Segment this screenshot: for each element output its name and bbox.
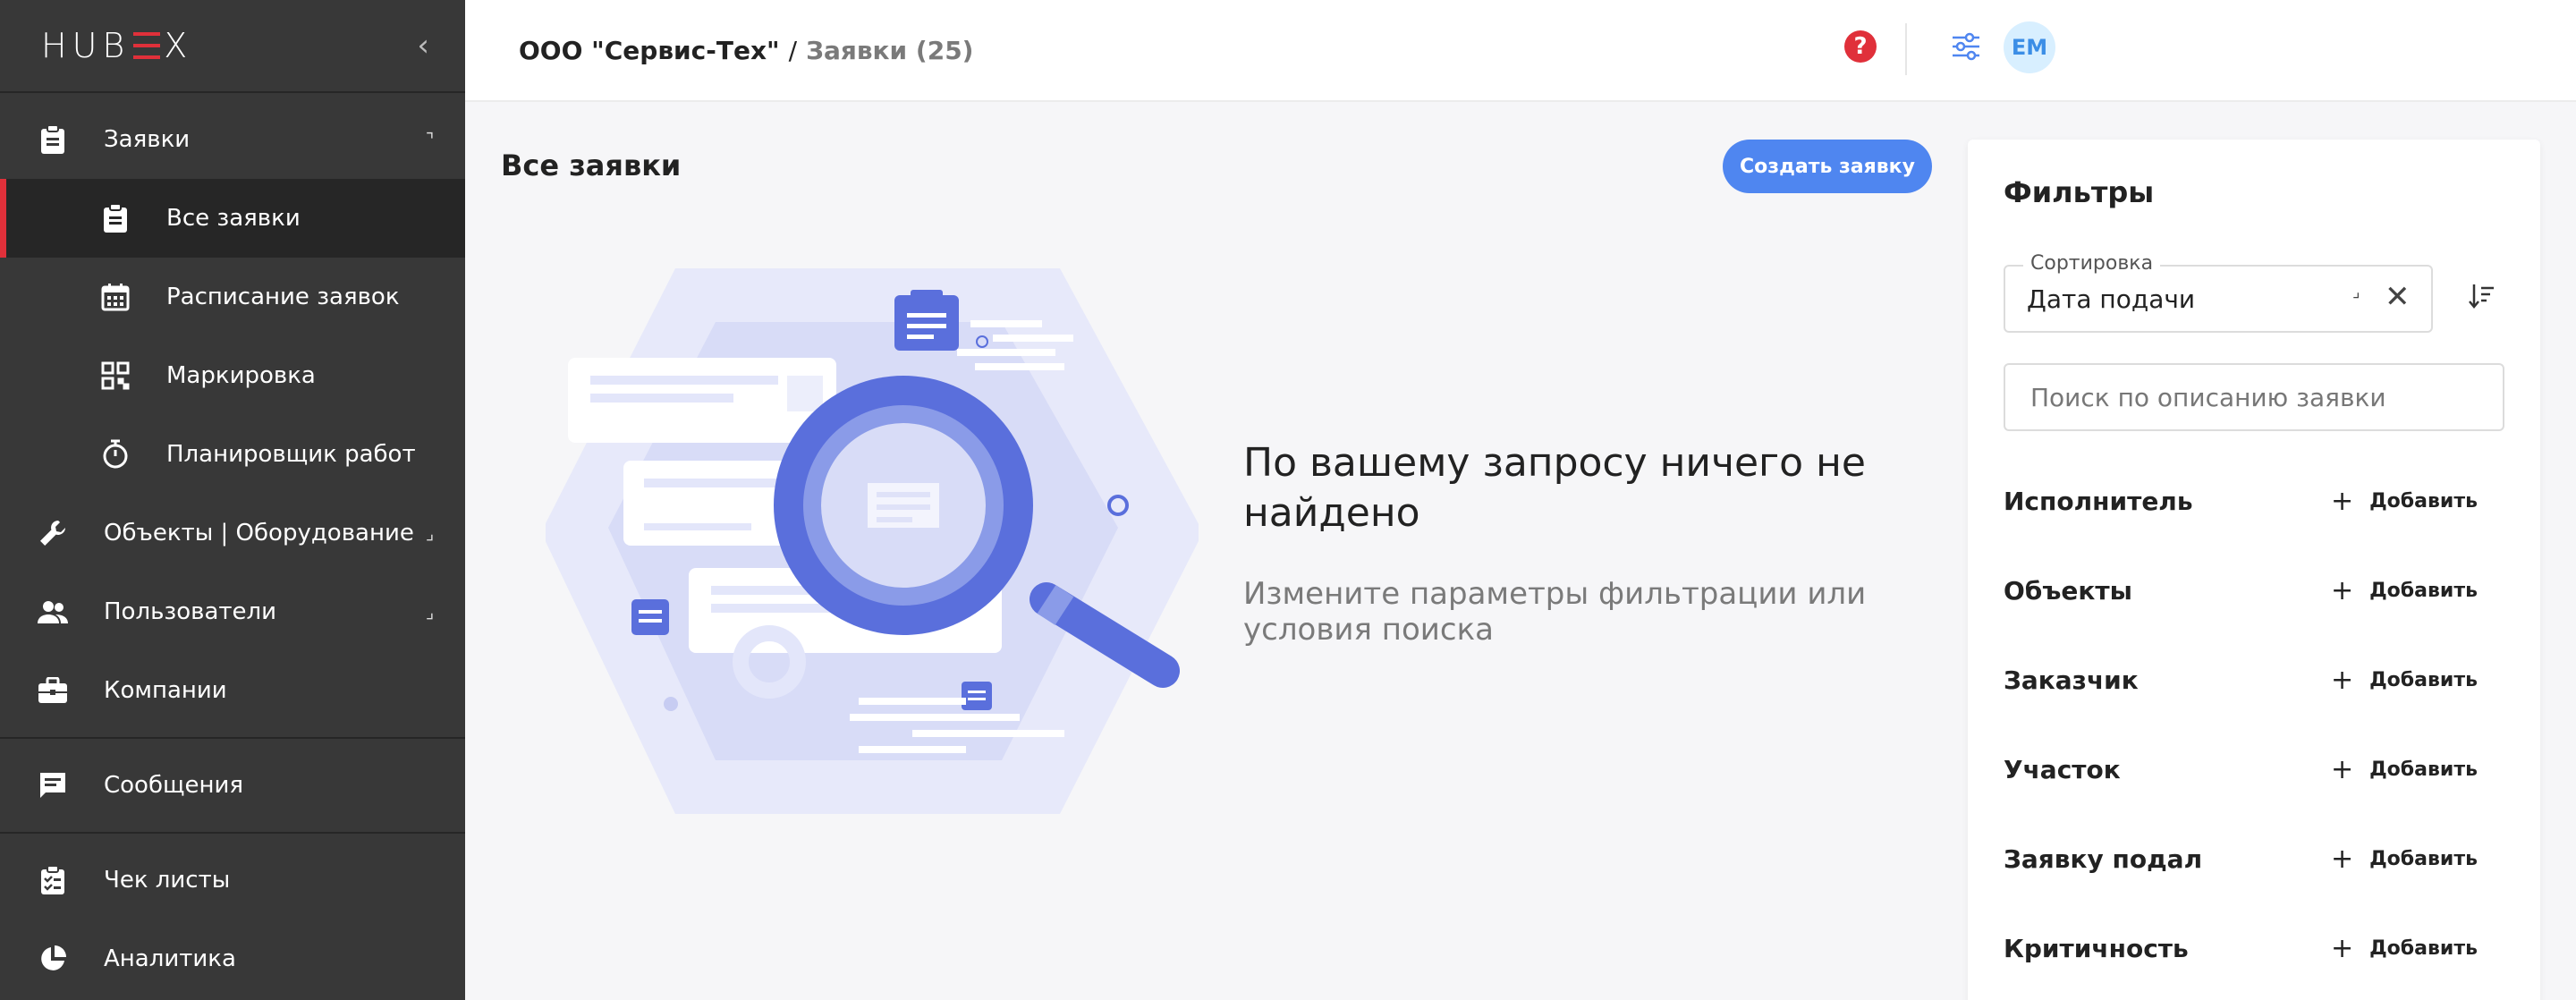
top-header: ООО "Сервис-Тех" / Заявки (25): [465, 0, 2576, 102]
hubex-logo[interactable]: HUB X: [41, 26, 192, 65]
qr-code-icon: [100, 360, 131, 391]
plus-icon: +: [2330, 664, 2354, 696]
sidebar-item-objects[interactable]: Объекты | Оборудование ⌟: [0, 494, 465, 572]
logo-text-right: X: [164, 26, 193, 65]
sidebar-item-label: Расписание заявок: [166, 284, 400, 310]
create-request-button[interactable]: Создать заявку: [1723, 140, 1932, 193]
checklist-icon: [38, 865, 68, 895]
add-filter-button[interactable]: + Добавить: [2331, 665, 2504, 696]
page-title: Все заявки: [501, 148, 682, 182]
sidebar-item-messages[interactable]: Сообщения: [0, 746, 465, 825]
filter-row-customer: Заказчик + Добавить: [2004, 653, 2504, 707]
sort-label: Сортировка: [2023, 252, 2161, 275]
filter-label: Участок: [2004, 754, 2121, 784]
sidebar-item-requests[interactable]: Заявки ⌝: [0, 100, 465, 179]
sidebar-item-checklists[interactable]: Чек листы: [0, 841, 465, 919]
sidebar-item-users[interactable]: Пользователи ⌟: [0, 572, 465, 651]
empty-state-title: По вашему запросу ничего не найдено: [1243, 440, 1866, 536]
add-filter-button[interactable]: + Добавить: [2331, 754, 2504, 785]
breadcrumb-company[interactable]: ООО "Сервис-Тех": [519, 36, 780, 65]
filter-label: Заказчик: [2004, 665, 2139, 695]
sidebar-item-work-planner[interactable]: Планировщик работ: [0, 415, 465, 494]
sidebar-item-label: Сообщения: [104, 772, 244, 799]
sidebar-item-label: Все заявки: [166, 205, 301, 232]
add-filter-label: Добавить: [2369, 936, 2478, 960]
breadcrumb-section: Заявки (25): [806, 35, 974, 65]
filter-row-criticality: Критичность + Добавить: [2004, 921, 2504, 975]
add-filter-button[interactable]: + Добавить: [2331, 575, 2504, 606]
sort-value: Дата подачи: [2027, 284, 2196, 314]
filter-row-site: Участок + Добавить: [2004, 742, 2504, 796]
wrench-icon: [38, 518, 68, 548]
clipboard-icon: [100, 203, 131, 233]
filter-label: Исполнитель: [2004, 486, 2193, 516]
dropdown-caret-icon[interactable]: ⌟: [2352, 283, 2360, 301]
sort-order-icon[interactable]: [2467, 281, 2497, 311]
sidebar-item-label: Планировщик работ: [166, 441, 416, 468]
expand-arrow-icon: ⌟: [426, 601, 435, 623]
filter-row-submitted-by: Заявку подал + Добавить: [2004, 832, 2504, 886]
filter-label: Критичность: [2004, 933, 2189, 963]
settings-sliders-icon[interactable]: [1950, 30, 1982, 63]
user-avatar[interactable]: EM: [2004, 21, 2055, 73]
sidebar-item-companies[interactable]: Компании: [0, 651, 465, 730]
filter-row-objects: Объекты + Добавить: [2004, 564, 2504, 617]
plus-icon: +: [2330, 574, 2354, 606]
users-icon: [38, 597, 68, 627]
add-filter-label: Добавить: [2369, 758, 2478, 781]
logo-e-mark: [133, 32, 161, 59]
add-filter-button[interactable]: + Добавить: [2331, 933, 2504, 964]
filters-panel: Фильтры Сортировка Дата подачи ⌟ ✕ Испол…: [1968, 140, 2540, 1000]
empty-state-subtitle: Измените параметры фильтрации или услови…: [1243, 576, 1867, 648]
briefcase-icon: [38, 675, 68, 706]
calendar-icon: [100, 282, 131, 312]
plus-icon: +: [2330, 843, 2354, 875]
breadcrumb-separator: /: [788, 35, 798, 65]
add-filter-button[interactable]: + Добавить: [2331, 486, 2504, 517]
sidebar: HUB X ‹ Заявки ⌝ Все заявки Расписание з…: [0, 0, 465, 1000]
pie-chart-icon: [38, 944, 68, 974]
sort-select[interactable]: Сортировка Дата подачи ⌟ ✕: [2004, 252, 2433, 333]
expand-arrow-icon: ⌟: [426, 522, 435, 544]
add-filter-label: Добавить: [2369, 668, 2478, 691]
expand-arrow-icon: ⌝: [426, 129, 435, 150]
sidebar-item-label: Объекты | Оборудование: [104, 520, 414, 547]
add-filter-button[interactable]: + Добавить: [2331, 843, 2504, 875]
plus-icon: +: [2330, 753, 2354, 785]
sidebar-item-all-requests[interactable]: Все заявки: [0, 179, 465, 258]
empty-search-illustration: [546, 268, 1199, 814]
filters-title: Фильтры: [2004, 175, 2155, 209]
add-filter-label: Добавить: [2369, 847, 2478, 870]
sidebar-item-analytics[interactable]: Аналитика: [0, 919, 465, 998]
filter-row-executor: Исполнитель + Добавить: [2004, 474, 2504, 528]
sidebar-item-label: Чек листы: [104, 867, 231, 894]
sidebar-item-schedule[interactable]: Расписание заявок: [0, 258, 465, 336]
plus-icon: +: [2330, 932, 2354, 964]
filter-label: Заявку подал: [2004, 843, 2203, 874]
sidebar-item-label: Маркировка: [166, 362, 316, 389]
sidebar-item-label: Заявки: [104, 126, 191, 153]
search-description-input[interactable]: [2004, 363, 2504, 431]
sidebar-item-label: Пользователи: [104, 598, 277, 625]
sidebar-item-marking[interactable]: Маркировка: [0, 336, 465, 415]
add-filter-label: Добавить: [2369, 489, 2478, 513]
stopwatch-icon: [100, 439, 131, 470]
plus-icon: +: [2330, 485, 2354, 517]
clipboard-icon: [38, 124, 68, 155]
clear-sort-icon[interactable]: ✕: [2385, 279, 2411, 315]
header-divider: [1905, 23, 1907, 75]
sidebar-divider: [0, 737, 465, 739]
sidebar-item-label: Аналитика: [104, 945, 236, 972]
logo-row: HUB X ‹: [0, 0, 465, 93]
sidebar-divider: [0, 832, 465, 834]
collapse-sidebar-icon[interactable]: ‹: [417, 28, 429, 64]
help-icon[interactable]: ?: [1844, 30, 1877, 63]
sidebar-item-label: Компании: [104, 677, 227, 704]
message-icon: [38, 770, 68, 801]
logo-text-left: HUB: [41, 26, 131, 65]
filter-label: Объекты: [2004, 575, 2132, 606]
add-filter-label: Добавить: [2369, 579, 2478, 602]
